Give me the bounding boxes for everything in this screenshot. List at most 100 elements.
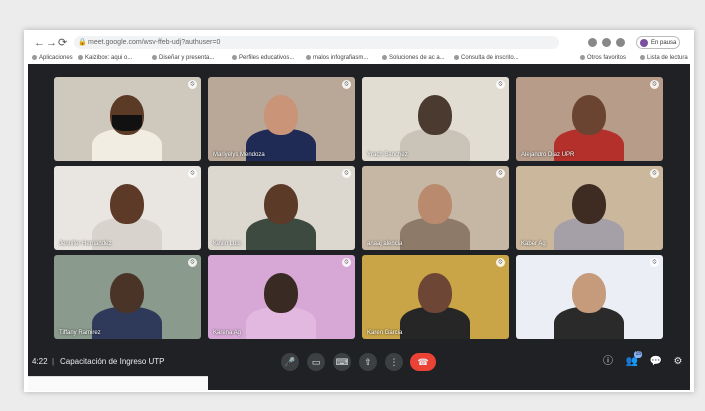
participant-tile[interactable]: ⦸ Kevin Luis (208, 166, 355, 250)
participant-tile[interactable]: ⦸ anaaj alencia (362, 166, 509, 250)
bookmark-item[interactable]: Otros favoritos (580, 53, 626, 63)
bookmark-label: Soluciones de ac a... (389, 55, 445, 61)
forward-icon[interactable]: → (46, 37, 57, 49)
people-button[interactable]: 👥 15 (624, 351, 642, 370)
back-icon[interactable]: ← (34, 37, 45, 49)
participant-video-head (110, 184, 144, 224)
participant-tile[interactable]: ⦸ Alejandro Diaz UPR (516, 77, 663, 161)
chat-button[interactable]: 💬 (648, 354, 664, 370)
microphone-button[interactable]: 🎤 (281, 353, 299, 371)
participant-count-badge: 15 (634, 351, 642, 358)
bookmark-label: Otros favoritos (587, 55, 627, 61)
participant-video-head (110, 273, 144, 313)
activities-button[interactable]: ⚙ (670, 354, 686, 370)
participant-name: Karen Garcia (367, 330, 403, 336)
end-call-button[interactable]: ☎ (410, 353, 436, 371)
bookmark-item[interactable]: Lista de lectura (640, 53, 688, 63)
participant-tile[interactable]: ⦸ Jennifer Hernandez (54, 166, 201, 250)
camera-permission-icon[interactable] (588, 38, 597, 47)
meeting-time: 4:22 (32, 357, 48, 366)
reload-icon[interactable]: ⟳ (58, 37, 67, 49)
participant-tile[interactable]: ⦸ (54, 77, 201, 161)
bookmark-icon (232, 54, 237, 60)
activities-icon: ⚙ (673, 356, 683, 367)
participant-name: Karena Ag (213, 330, 242, 336)
bookmark-item[interactable]: Aplicaciones (32, 53, 73, 63)
mic-muted-icon: ⦸ (650, 258, 659, 267)
participant-tile[interactable]: ⦸ Karen Garcia (362, 255, 509, 339)
bookmark-item[interactable]: malos infografiasm... (306, 53, 368, 63)
extension-icon[interactable] (616, 38, 625, 47)
participant-name: Yrach Sanchez (367, 152, 408, 158)
meeting-info-button[interactable]: ⓘ (600, 354, 616, 370)
more-vertical-icon: ⋮ (389, 357, 399, 367)
participant-tile[interactable]: ⦸ Karena Ag (208, 255, 355, 339)
captions-button[interactable]: ⌨ (333, 353, 351, 371)
bookmark-icon (152, 54, 157, 60)
present-icon: ⇧ (364, 357, 372, 367)
camera-button[interactable]: ▭ (307, 353, 325, 371)
bookmark-label: Consulta de inscrito... (461, 55, 519, 61)
participant-tile[interactable]: ⦸ Kaber Ag (516, 166, 663, 250)
mic-muted-icon: ⦸ (496, 258, 505, 267)
folder-icon (580, 54, 585, 60)
face-mask (112, 115, 142, 131)
present-button[interactable]: ⇧ (359, 353, 377, 371)
bookmark-label: malos infografiasm... (313, 55, 369, 61)
participant-video-head (572, 95, 606, 135)
page-footer-strip (28, 376, 208, 391)
mic-muted-icon: ⦸ (496, 169, 505, 178)
profile-label: En pausa (651, 40, 677, 46)
mic-muted-icon: ⦸ (650, 80, 659, 89)
captions-icon: ⌨ (335, 357, 349, 367)
participant-video-head (264, 273, 298, 313)
bookmark-label: Aplicaciones (39, 55, 73, 61)
participant-video-head (264, 95, 298, 135)
mic-muted-icon: ⦸ (496, 80, 505, 89)
meet-video-grid: ⦸ ⦸ Mariyelys Mendoza ⦸ Yrach Sanchez ⦸ Alejan… (28, 64, 690, 390)
meet-control-bar: 4:22 | Capacitación de Ingreso UTP 🎤 ▭ ⌨… (28, 350, 690, 376)
profile-chip[interactable]: En pausa (636, 36, 680, 49)
mic-muted-icon: ⦸ (650, 169, 659, 178)
participant-name: Alejandro Diaz UPR (521, 152, 575, 158)
microphone-icon: 🎤 (284, 357, 296, 367)
participant-name: Kaber Ag (521, 241, 546, 247)
apps-icon (32, 54, 37, 60)
address-bar[interactable]: 🔒 meet.google.com/wsv-ffeb-udj?authuser=… (74, 36, 559, 49)
bookmark-label: Perfiles educativos... (239, 55, 295, 61)
participant-tile[interactable]: ⦸ Yrach Sanchez (362, 77, 509, 161)
bookmark-icon (382, 54, 387, 60)
mic-muted-icon: ⦸ (188, 80, 197, 89)
participant-video-head (572, 273, 606, 313)
mic-muted-icon: ⦸ (342, 169, 351, 178)
bookmark-icon (306, 54, 311, 60)
participant-tile[interactable]: ⦸ Tiffany Ramirez (54, 255, 201, 339)
participant-name: Kevin Luis (213, 241, 241, 247)
bookmark-item[interactable]: Consulta de inscrito... (454, 53, 519, 63)
bookmark-icon (454, 54, 459, 60)
participant-name: anaaj alencia (367, 241, 403, 247)
meeting-name: Capacitación de Ingreso UTP (60, 357, 165, 366)
bookmark-item[interactable]: Kaizibox: aqui o... (78, 53, 132, 63)
more-options-button[interactable]: ⋮ (385, 353, 403, 371)
camera-icon: ▭ (311, 357, 321, 367)
avatar (640, 39, 648, 47)
info-icon: ⓘ (603, 356, 613, 367)
meeting-separator: | (52, 357, 55, 366)
participant-tile[interactable]: ⦸ (516, 255, 663, 339)
phone-hangup-icon: ☎ (417, 357, 429, 367)
participant-video-head (572, 184, 606, 224)
participant-name: Jennifer Hernandez (59, 241, 112, 247)
chat-icon: 💬 (649, 356, 663, 367)
mic-muted-icon: ⦸ (342, 80, 351, 89)
bookmark-item[interactable]: Diseñar y presenta... (152, 53, 214, 63)
lock-icon: 🔒 (78, 39, 87, 46)
bookmark-label: Lista de lectura (647, 55, 688, 61)
participant-video-head (418, 184, 452, 224)
participant-tile[interactable]: ⦸ Mariyelys Mendoza (208, 77, 355, 161)
reading-list-icon (640, 54, 645, 60)
bookmark-label: Kaizibox: aqui o... (85, 55, 133, 61)
bookmark-item[interactable]: Soluciones de ac a... (382, 53, 445, 63)
bookmark-item[interactable]: Perfiles educativos... (232, 53, 294, 63)
star-icon[interactable] (602, 38, 611, 47)
